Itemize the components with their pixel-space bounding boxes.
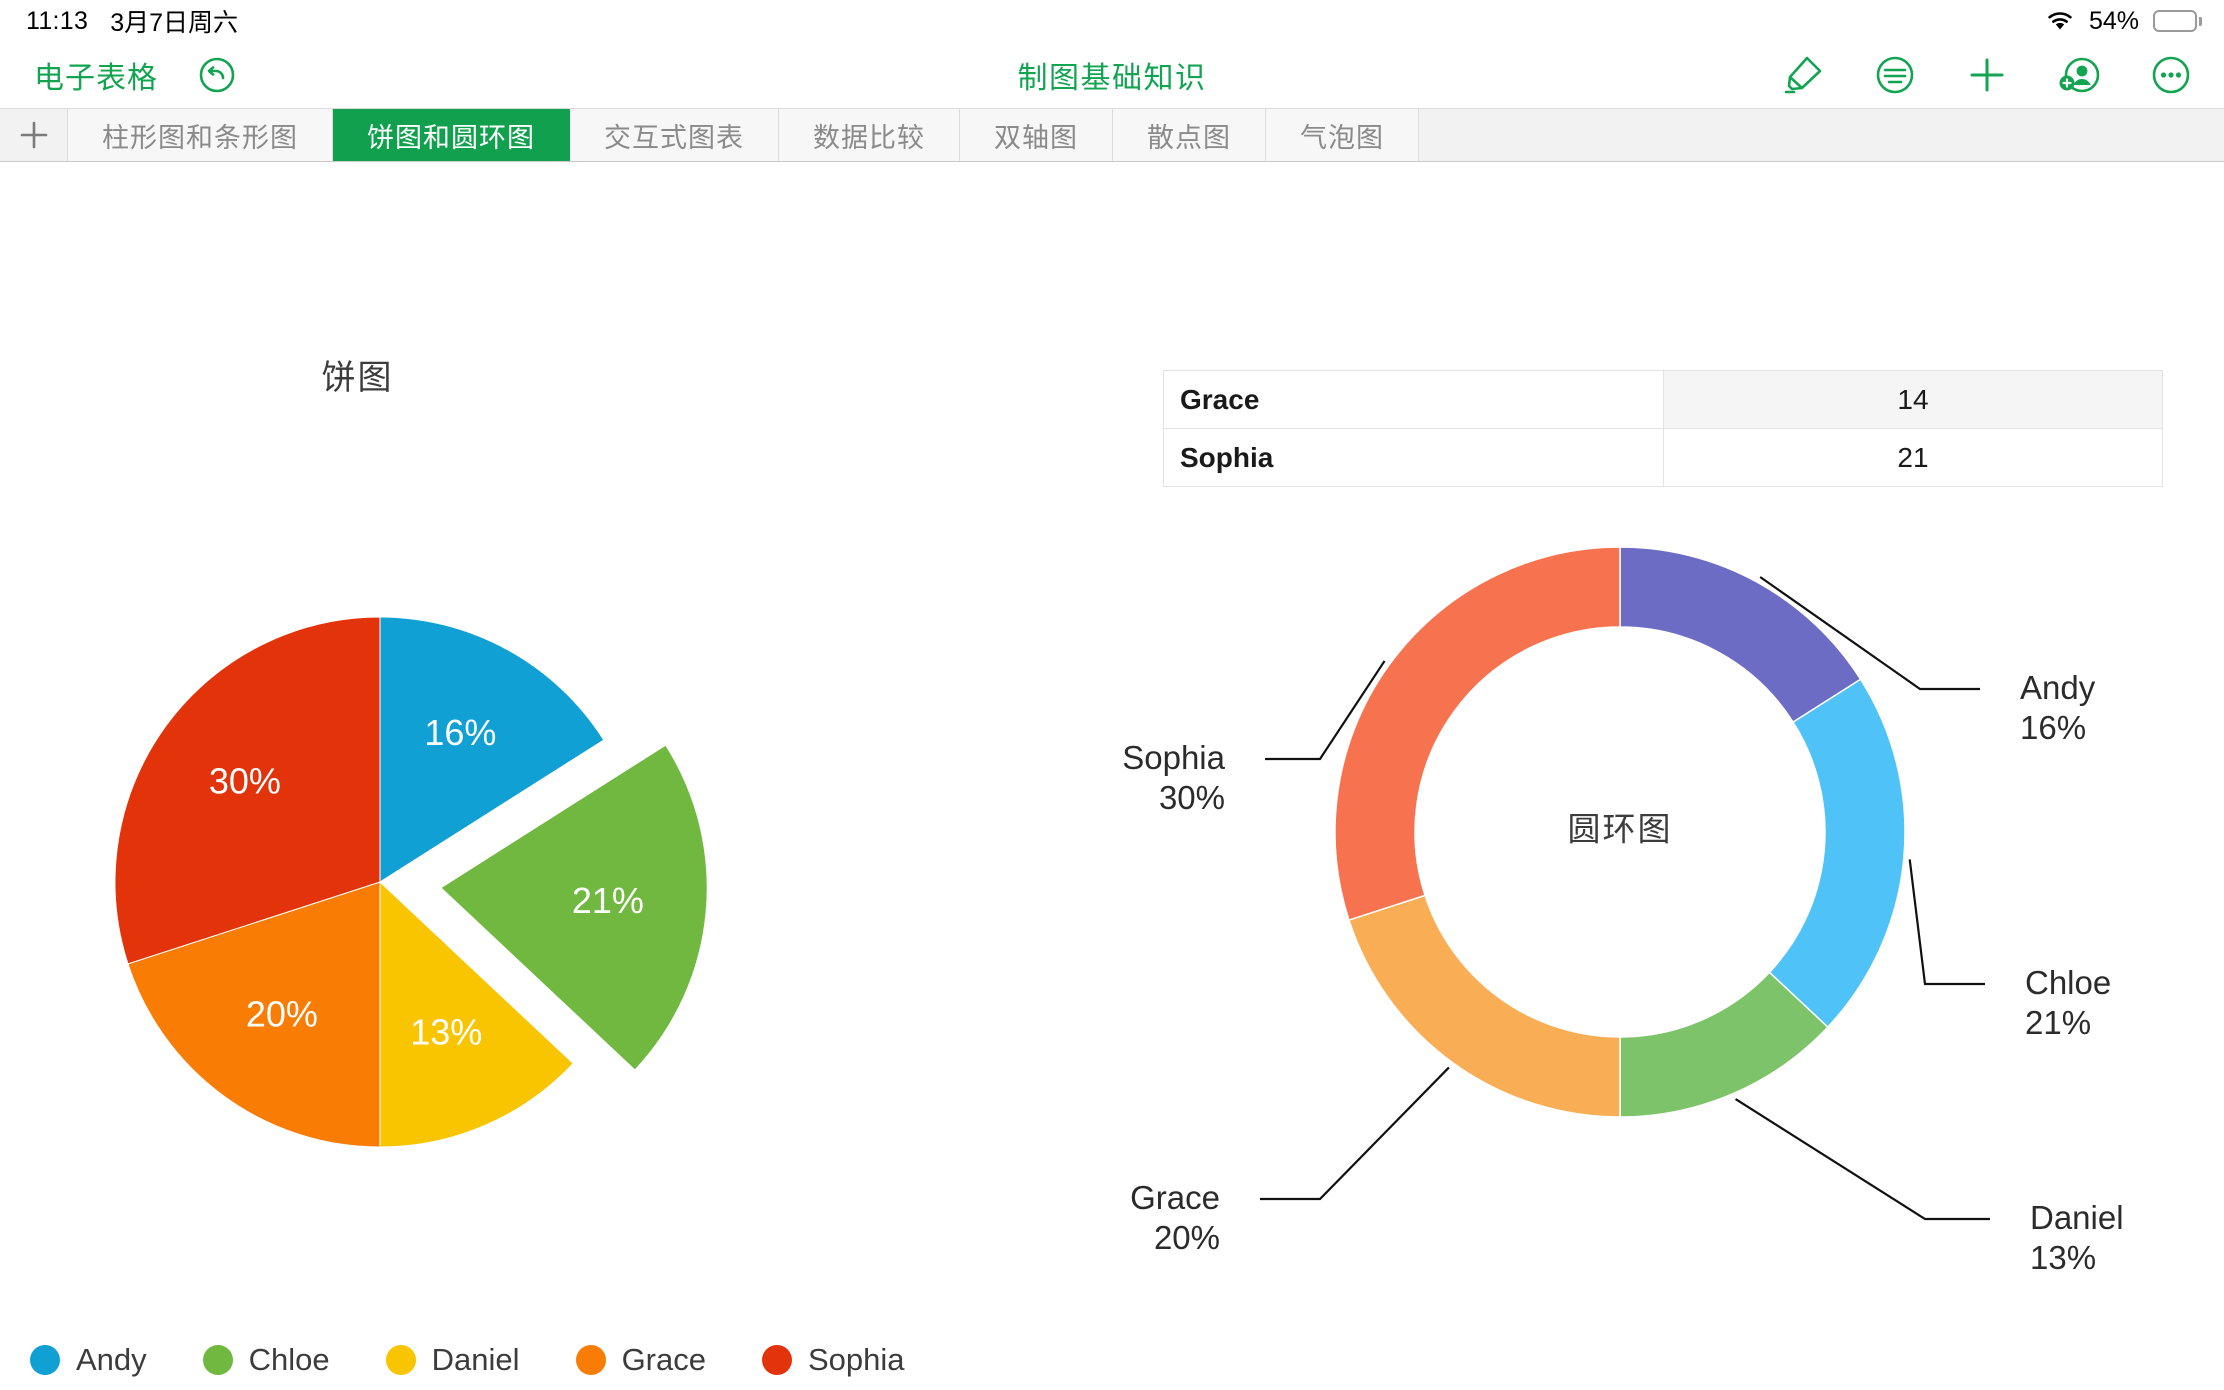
donut-callout-line [1908, 859, 1985, 986]
legend-item-label: Grace [621, 1342, 706, 1377]
donut-callout-line [1734, 1098, 1990, 1221]
sheet-tab-bar: 柱形图和条形图 饼图和圆环图 交互式图表 数据比较 双轴图 散点图 气泡图 [0, 108, 2224, 162]
donut-slice-chloe[interactable] [1768, 678, 1906, 1029]
donut-center-label: 圆环图 [1568, 811, 1673, 848]
legend-item-label: Daniel [431, 1342, 520, 1377]
legend-color-swatch [575, 1345, 606, 1375]
legend-color-swatch [202, 1345, 233, 1375]
status-bar: 11:13 3月7日周六 54% [0, 0, 2224, 42]
donut-callout-name: Andy [2020, 669, 2096, 706]
donut-callout-percent: 16% [2020, 709, 2086, 746]
donut-callout-percent: 13% [2030, 1239, 2096, 1276]
plus-icon[interactable] [1964, 52, 2010, 98]
spreadsheet-canvas: Grace 14 Sophia 21 饼图 16% 21% 13% 20% 30% An… [0, 162, 2224, 1390]
donut-chart[interactable]: Andy 16% Chloe 21% Daniel 13% Grace 20% Sophia 30… [1020, 312, 2224, 1362]
sheet-tab-6[interactable]: 气泡图 [1266, 109, 1419, 161]
undo-icon[interactable] [194, 52, 240, 98]
pie-chart-legend: Andy Chloe Daniel Grace Sophia [30, 1342, 905, 1378]
legend-color-swatch [385, 1345, 416, 1375]
outline-icon[interactable] [1872, 52, 1918, 98]
battery-percent: 54% [2088, 6, 2139, 35]
sheet-tab-2[interactable]: 交互式图表 [570, 109, 779, 161]
battery-icon [2153, 10, 2202, 32]
legend-item-label: Sophia [807, 1342, 905, 1377]
donut-slice-sophia[interactable] [1334, 546, 1621, 922]
status-time: 11:13 [26, 6, 89, 35]
pie-chart-graphic[interactable]: 16% 21% 13% 20% 30% [90, 482, 790, 1182]
pie-slice-label: 21% [572, 880, 644, 921]
donut-callout-name: Daniel [2030, 1199, 2124, 1236]
pie-slice-label: 20% [246, 994, 318, 1035]
pie-chart-title: 饼图 [321, 359, 394, 397]
donut-callout-percent: 21% [2025, 1004, 2091, 1041]
more-icon[interactable] [2148, 52, 2194, 98]
legend-item[interactable]: Grace [575, 1342, 706, 1378]
sheet-tab-3[interactable]: 数据比较 [779, 109, 960, 161]
donut-chart-graphic[interactable]: Andy16% Chloe21% Daniel13% Grace20% Sophia30… [1020, 312, 2224, 1312]
donut-callout-name: Sophia [1122, 739, 1225, 776]
legend-item-label: Andy [76, 1342, 147, 1377]
add-sheet-button[interactable] [0, 109, 68, 161]
status-bar-right: 54% [2045, 7, 2202, 36]
legend-color-swatch [761, 1345, 792, 1375]
add-person-icon[interactable] [2056, 52, 2102, 98]
pie-slice-label: 30% [209, 760, 281, 801]
highlighter-icon[interactable] [1780, 52, 1826, 98]
legend-item[interactable]: Chloe [202, 1342, 330, 1378]
donut-callout-name: Chloe [2025, 964, 2111, 1001]
donut-callout-name: Grace [1130, 1179, 1220, 1216]
donut-callout-percent: 30% [1159, 779, 1225, 816]
pie-slice-label: 13% [410, 1012, 482, 1053]
legend-item[interactable]: Sophia [761, 1342, 905, 1378]
wifi-icon [2045, 10, 2075, 32]
status-date: 3月7日周六 [110, 9, 239, 37]
legend-item[interactable]: Andy [30, 1342, 147, 1378]
pie-slice-label: 16% [424, 712, 496, 753]
app-toolbar: 电子表格 制图基础知识 [0, 42, 2224, 108]
donut-slice-andy[interactable] [1619, 546, 1862, 724]
donut-callout-line [1260, 1066, 1450, 1201]
app-name-button[interactable]: 电子表格 [34, 53, 158, 97]
donut-callout-percent: 20% [1154, 1219, 1220, 1256]
sheet-tab-1[interactable]: 饼图和圆环图 [333, 109, 570, 161]
sheet-tab-5[interactable]: 散点图 [1113, 109, 1266, 161]
donut-slice-grace[interactable] [1348, 894, 1621, 1118]
sheet-tab-filler [1419, 109, 2224, 161]
legend-color-swatch [30, 1345, 60, 1375]
sheet-tab-0[interactable]: 柱形图和条形图 [68, 109, 333, 161]
sheet-tab-4[interactable]: 双轴图 [960, 109, 1113, 161]
legend-item-label: Chloe [248, 1342, 330, 1377]
pie-chart[interactable]: 饼图 16% 21% 13% 20% 30% Andy Chloe Daniel Gra… [0, 312, 1020, 1377]
status-bar-left: 11:13 3月7日周六 [26, 3, 238, 39]
legend-item[interactable]: Daniel [385, 1342, 520, 1378]
